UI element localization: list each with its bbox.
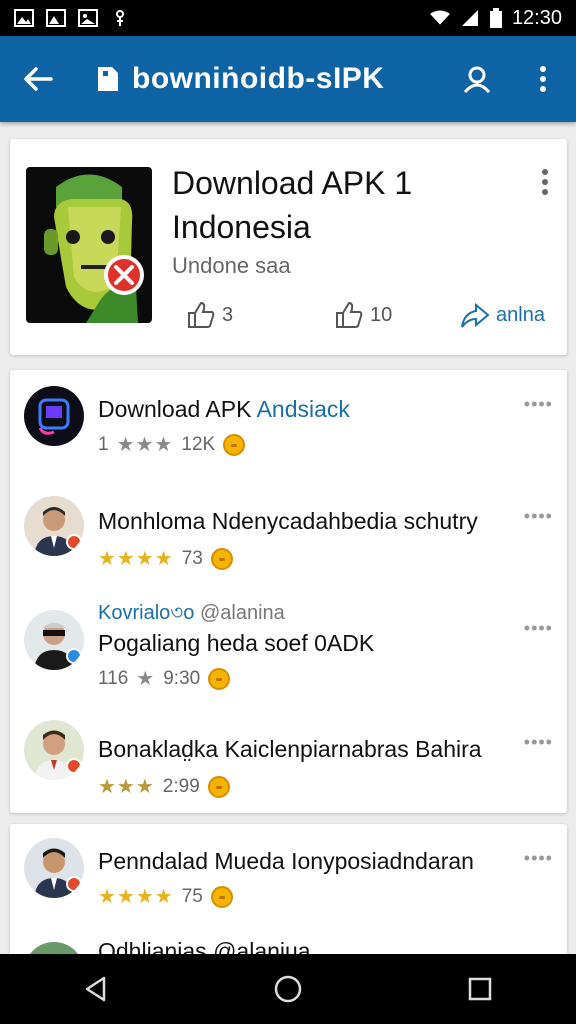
recents-square-icon	[468, 977, 492, 1001]
app-name: Download APK 1 Indonesia	[172, 165, 413, 245]
share-stat[interactable]: anlna	[460, 301, 545, 329]
avatar	[24, 610, 84, 670]
more-icon[interactable]: ••••	[524, 394, 553, 415]
image-icon	[46, 9, 66, 27]
nav-back-button[interactable]	[56, 954, 136, 1024]
image-icon	[14, 9, 34, 27]
account-icon	[463, 66, 491, 94]
coin-icon	[208, 667, 231, 690]
rating-stars: ★★★	[98, 776, 155, 798]
app-logo	[26, 167, 152, 323]
avatar	[24, 838, 84, 898]
avatar	[24, 720, 84, 780]
back-triangle-icon	[85, 976, 106, 1002]
row-title: Bonaklad̤ka Kaiclenpiarnabras Bahira	[98, 736, 482, 762]
list-item[interactable]: Monhloma Ndenycadahbedia schutry ★★★★ 73…	[10, 482, 567, 594]
avatar	[24, 386, 84, 446]
row-meta: 116 ★ 9:30	[98, 666, 231, 691]
row-title: Monhloma Ndenycadahbedia schutry	[98, 508, 478, 534]
coin-icon	[210, 885, 233, 908]
like-stat-2[interactable]: 10	[334, 301, 392, 329]
battery-icon	[489, 8, 502, 28]
app-subtitle: Undone saa	[172, 253, 291, 278]
rating-stars: ★★★★	[98, 886, 174, 908]
overflow-menu-button[interactable]	[510, 36, 576, 122]
rating-stars: ★★★★	[98, 548, 174, 570]
list-item[interactable]: Penndalad Mueda Ionyposiadndaran ★★★★ 75…	[10, 824, 567, 936]
status-bar: 12:30	[0, 0, 576, 36]
coin-icon	[210, 547, 233, 570]
usb-icon	[116, 10, 124, 26]
more-icon[interactable]: ••••	[524, 618, 553, 639]
coin-icon	[223, 433, 246, 456]
coin-icon	[207, 775, 230, 798]
overflow-menu-icon	[540, 66, 546, 92]
app-info-card: Download APK 1 Indonesia Undone saa 3 10…	[10, 139, 567, 355]
like-stat[interactable]: 3	[186, 301, 233, 329]
more-icon[interactable]: ••••	[524, 732, 553, 753]
document-icon	[98, 67, 118, 91]
row-title: Penndalad Mueda Ionyposiadndaran	[98, 848, 474, 874]
row-title: Download APK Andsiack	[98, 396, 350, 422]
row-meta: ★★★★ 75	[98, 884, 233, 909]
wifi-icon	[429, 10, 450, 25]
rating-stars: ★	[136, 668, 156, 690]
account-button[interactable]	[444, 36, 510, 122]
more-icon[interactable]: ••••	[524, 506, 553, 527]
nav-home-button[interactable]	[248, 954, 328, 1024]
post-list: Download APK Andsiack 1 ★★★ 12K •••• Mon…	[10, 370, 567, 813]
row-handle: Kovrialo৩o @alanina	[98, 602, 285, 624]
row-meta: 1 ★★★ 12K	[98, 432, 246, 457]
card-menu-icon[interactable]	[535, 167, 555, 199]
back-arrow-icon	[24, 67, 53, 91]
status-time: 12:30	[511, 6, 562, 29]
avatar	[24, 496, 84, 556]
row-meta: ★★★★ 73	[98, 546, 233, 571]
home-circle-icon	[274, 975, 302, 1003]
more-icon[interactable]: ••••	[524, 848, 553, 869]
list-item[interactable]: Download APK Andsiack 1 ★★★ 12K ••••	[10, 370, 567, 482]
app-bar: bowniṅoidb-sIPK	[0, 36, 576, 122]
post-list-2: Penndalad Mueda Ionyposiadndaran ★★★★ 75…	[10, 824, 567, 964]
row-title: Pogaliang heda soef 0ADK	[98, 630, 375, 656]
back-button[interactable]	[0, 36, 76, 122]
list-item[interactable]: Kovrialo৩o @alanina Pogaliang heda soef …	[10, 594, 567, 706]
image-icon	[78, 9, 98, 27]
row-meta: ★★★ 2:99	[98, 774, 230, 799]
thumbs-up-icon	[336, 301, 363, 328]
thumbs-up-icon	[188, 301, 215, 328]
app-bar-title: bowniṅoidb-sIPK	[132, 62, 385, 95]
share-icon	[461, 302, 490, 328]
system-nav-bar	[0, 954, 576, 1024]
nav-recents-button[interactable]	[440, 954, 520, 1024]
signal-icon	[461, 10, 478, 26]
rating-stars: ★★★	[116, 434, 174, 456]
list-item[interactable]: Bonaklad̤ka Kaiclenpiarnabras Bahira ★★★…	[10, 706, 567, 818]
